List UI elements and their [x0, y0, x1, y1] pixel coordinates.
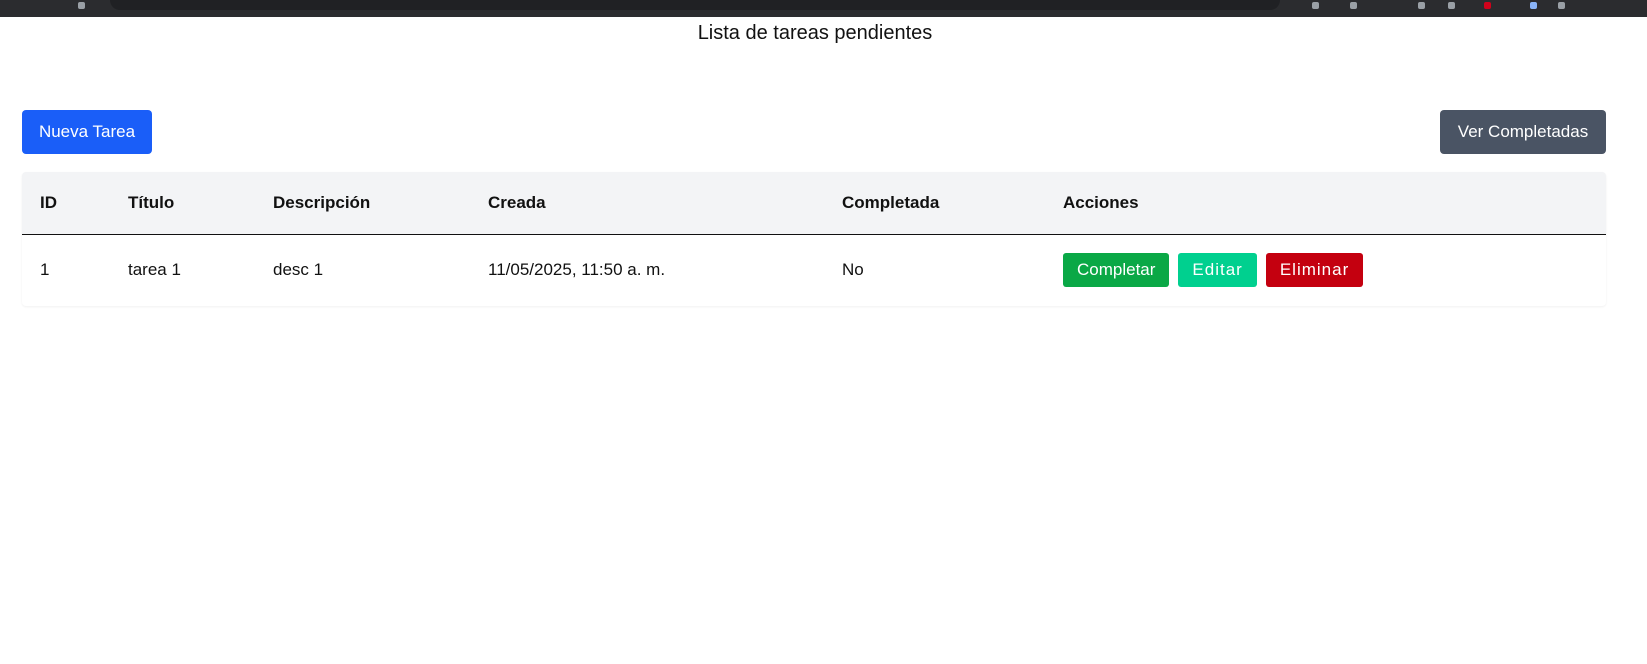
menu-icon[interactable] [1558, 2, 1565, 9]
extension-icon[interactable] [1448, 2, 1455, 9]
header-completed: Completada [842, 192, 940, 212]
cell-completed: No [842, 260, 864, 280]
header-id: ID [40, 192, 57, 212]
extension-icon[interactable] [1312, 2, 1319, 9]
view-completed-button[interactable]: Ver Completadas [1440, 110, 1606, 154]
header-title: Título [128, 192, 175, 212]
browser-chrome [0, 0, 1647, 17]
cell-actions: Completar Editar Eliminar [1045, 234, 1606, 306]
header-created: Creada [488, 192, 546, 212]
page-title: Lista de tareas pendientes [697, 22, 933, 44]
extension-icon[interactable] [1418, 2, 1425, 9]
edit-button[interactable]: Editar [1178, 253, 1257, 288]
extension-icon[interactable] [1484, 2, 1491, 9]
new-task-button[interactable]: Nueva Tarea [22, 110, 152, 154]
table-row: 1 tarea 1 desc 1 11/05/2025, 11:50 a. m.… [22, 234, 1606, 306]
header-actions: Acciones [1063, 192, 1139, 212]
extensions-icon[interactable] [78, 2, 85, 9]
address-bar[interactable] [110, 0, 1280, 10]
cell-title: tarea 1 [128, 260, 181, 280]
header-description: Descripción [273, 192, 371, 212]
table-header-row: ID Título Descripción Creada Completada … [22, 172, 1606, 234]
tasks-table: ID Título Descripción Creada Completada … [22, 172, 1606, 306]
cell-created: 11/05/2025, 11:50 a. m. [488, 260, 666, 280]
complete-button[interactable]: Completar [1063, 253, 1170, 288]
profile-icon[interactable] [1530, 2, 1537, 9]
extension-icon[interactable] [1350, 2, 1357, 9]
delete-button[interactable]: Eliminar [1265, 253, 1364, 288]
cell-id: 1 [40, 260, 50, 280]
cell-description: desc 1 [273, 260, 324, 280]
